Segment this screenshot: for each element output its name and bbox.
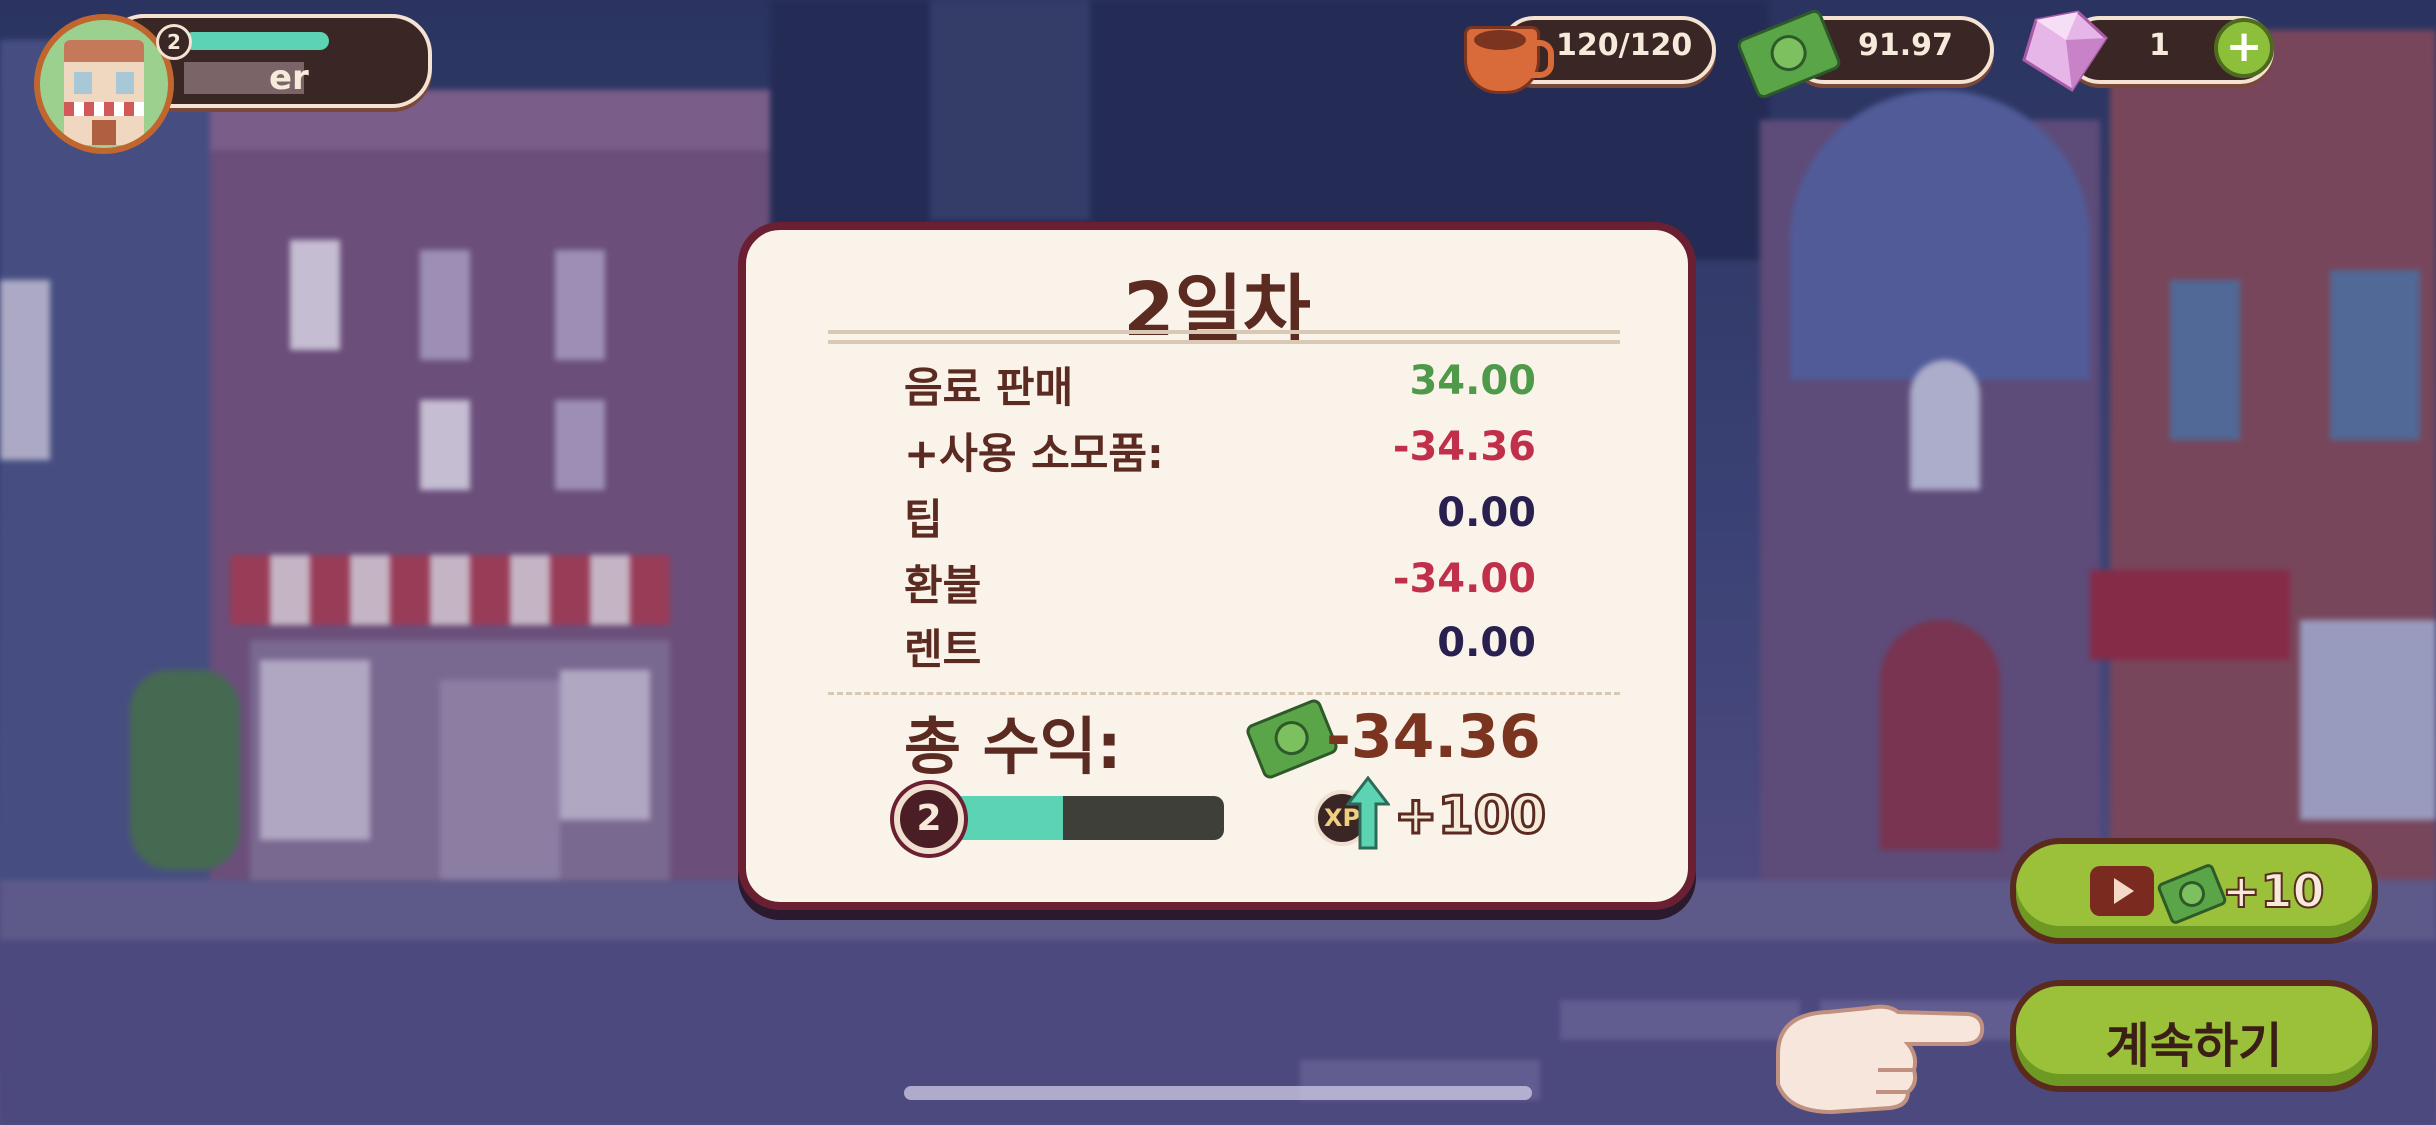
- title-divider: [828, 330, 1620, 334]
- avatar[interactable]: [34, 14, 174, 154]
- row-label: +사용 소모품:: [904, 429, 1164, 478]
- cash-counter[interactable]: 91.97: [1735, 7, 2000, 101]
- cash-icon: [2155, 862, 2229, 926]
- xp-gain-value: +100: [1392, 785, 1547, 848]
- ad-reward-label: +10: [2221, 863, 2326, 919]
- level-badge: 2: [156, 24, 192, 60]
- total-profit-label: 총 수익:: [904, 710, 1122, 783]
- player-name: er: [269, 58, 309, 98]
- continue-label: 계속하기: [2105, 1018, 2283, 1074]
- level-badge-value: 2: [167, 30, 181, 54]
- row-value: 34.00: [1409, 358, 1536, 404]
- arrow-up-icon: [1344, 775, 1392, 850]
- level-badge-large: 2: [894, 784, 964, 854]
- level-badge-large-value: 2: [916, 798, 942, 839]
- gem-value: 1: [2149, 28, 2170, 63]
- player-profile[interactable]: er 2: [34, 14, 444, 162]
- video-play-icon: [2090, 866, 2154, 916]
- row-value: 0.00: [1437, 620, 1536, 666]
- continue-button[interactable]: 계속하기: [2010, 980, 2378, 1092]
- xp-mini-bar: [184, 32, 329, 50]
- home-indicator: [904, 1086, 1532, 1100]
- cash-value: 91.97: [1858, 28, 1953, 63]
- gem-icon: [2016, 10, 2110, 94]
- title-divider-2: [828, 340, 1620, 344]
- coffee-cup-icon: [1460, 18, 1554, 94]
- row-label: 팁: [904, 495, 943, 544]
- row-value: -34.36: [1392, 424, 1536, 470]
- total-profit-value: -34.36: [1326, 702, 1541, 772]
- row-label: 음료 판매: [904, 363, 1074, 412]
- row-value: 0.00: [1437, 490, 1536, 536]
- watch-ad-reward-button[interactable]: +10: [2010, 838, 2378, 944]
- row-label: 렌트: [904, 625, 982, 674]
- pointing-hand-icon: [1768, 994, 1988, 1120]
- dashed-divider: [828, 692, 1620, 695]
- energy-value: 120/120: [1556, 28, 1693, 63]
- gem-counter[interactable]: 1 +: [2016, 10, 2286, 94]
- row-value: -34.00: [1392, 556, 1536, 602]
- daily-summary-dialog: 2일차 음료 판매 34.00 +사용 소모품: -34.36 팁 0.00 환…: [738, 222, 1696, 910]
- shop-building-icon: [64, 40, 144, 145]
- plus-icon[interactable]: +: [2214, 18, 2274, 78]
- row-label: 환불: [904, 561, 982, 610]
- energy-counter[interactable]: 120/120: [1460, 12, 1720, 94]
